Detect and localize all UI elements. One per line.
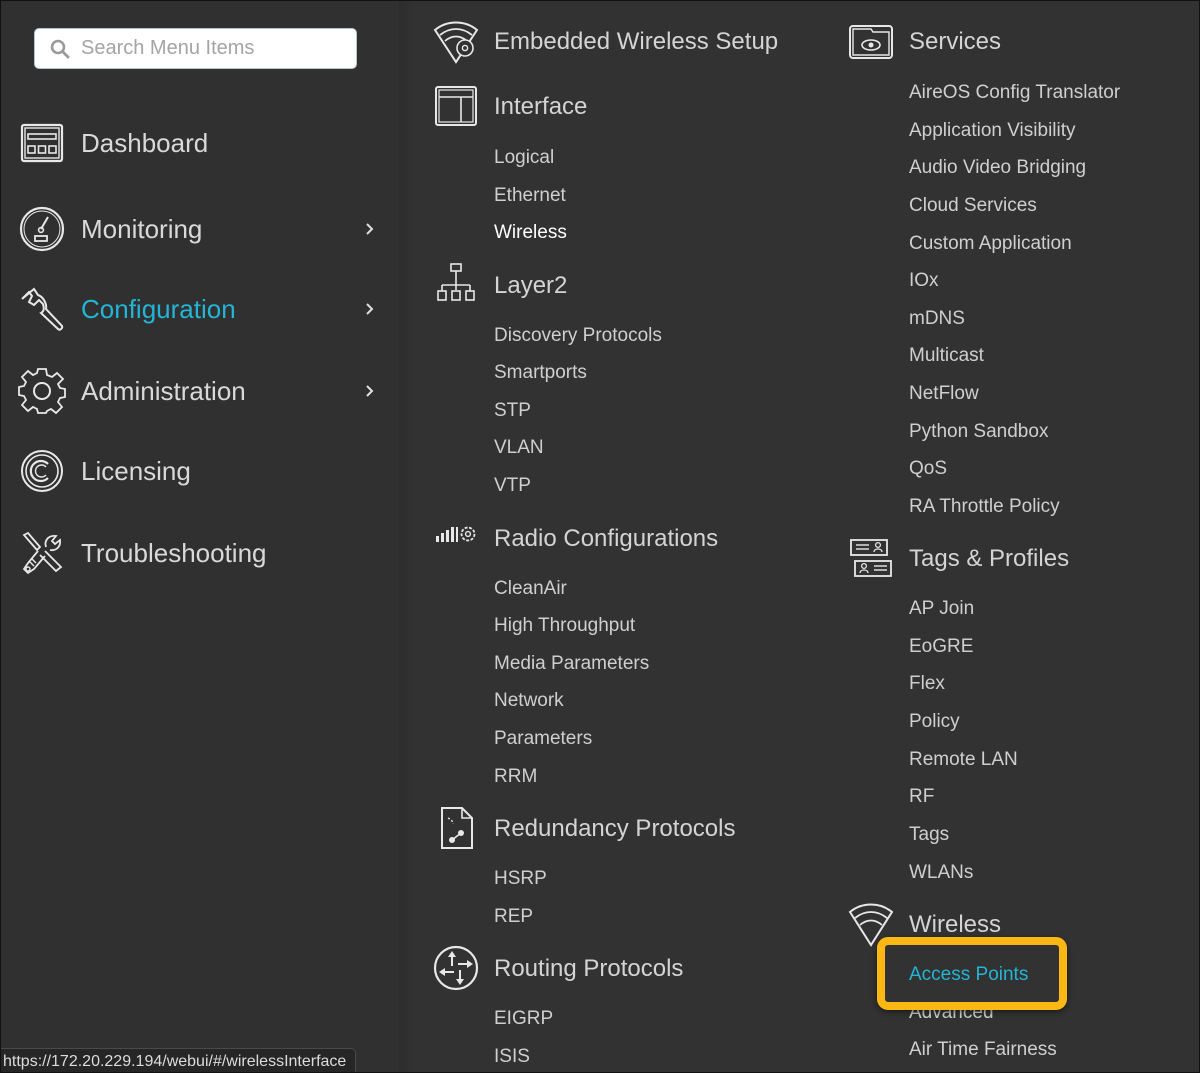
chevron-right-icon[interactable] [361, 382, 379, 400]
menu-item-discovery-protocols[interactable]: Discovery Protocols [494, 325, 662, 347]
chevron-right-icon[interactable] [361, 220, 379, 238]
document-nodes-icon [431, 803, 481, 853]
section-title: Interface [494, 93, 588, 120]
menu-item-mdns[interactable]: mDNS [909, 308, 965, 330]
menu-item-network[interactable]: Network [494, 690, 564, 712]
menu-item-tags[interactable]: Tags [909, 824, 949, 846]
menu-item-iox[interactable]: IOx [909, 270, 939, 292]
section-title: Tags & Profiles [909, 545, 1070, 572]
gear-icon [17, 366, 67, 416]
network-tree-icon [431, 259, 481, 309]
sidebar-item-configuration[interactable]: Configuration [1, 279, 399, 339]
sidebar-item-label: Dashboard [81, 127, 209, 158]
dashboard-icon [17, 118, 67, 168]
menu-item-high-throughput[interactable]: High Throughput [494, 615, 635, 637]
menu-item-rrm[interactable]: RRM [494, 766, 537, 788]
menu-item-vlan[interactable]: VLAN [494, 437, 544, 459]
menu-item-wireless-interface[interactable]: Wireless [494, 222, 567, 244]
section-title: Embedded Wireless Setup [494, 28, 779, 55]
menu-item-qos[interactable]: QoS [909, 458, 947, 480]
menu-item-rf[interactable]: RF [909, 786, 934, 808]
menu-item-netflow[interactable]: NetFlow [909, 383, 979, 405]
menu-item-eigrp[interactable]: EIGRP [494, 1008, 553, 1030]
sidebar-item-administration[interactable]: Administration [1, 361, 399, 421]
menu-item-hsrp[interactable]: HSRP [494, 868, 547, 890]
menu-item-audio-video-bridging[interactable]: Audio Video Bridging [909, 157, 1086, 179]
menu-item-custom-application[interactable]: Custom Application [909, 233, 1072, 255]
menu-item-wlans[interactable]: WLANs [909, 862, 973, 884]
chevron-right-icon[interactable] [361, 300, 379, 318]
wifi-icon [846, 899, 896, 949]
menu-item-remote-lan[interactable]: Remote LAN [909, 749, 1018, 771]
layout-icon [431, 81, 481, 131]
section-title: Routing Protocols [494, 955, 684, 982]
menu-item-isis[interactable]: ISIS [494, 1046, 530, 1068]
section-title: Layer2 [494, 272, 568, 299]
menu-item-flex[interactable]: Flex [909, 673, 945, 695]
signal-gear-icon [431, 513, 481, 563]
status-bar-url: https://172.20.229.194/webui/#/wirelessI… [1, 1048, 357, 1072]
gauge-icon [17, 204, 67, 254]
menu-item-ra-throttle-policy[interactable]: RA Throttle Policy [909, 496, 1060, 518]
search-box[interactable] [34, 28, 357, 69]
id-cards-icon [846, 533, 896, 583]
wifi-gear-icon [431, 17, 481, 67]
sidebar-item-monitoring[interactable]: Monitoring [1, 199, 399, 259]
menu-item-smartports[interactable]: Smartports [494, 362, 587, 384]
folder-eye-icon [846, 17, 896, 67]
sidebar-item-label: Licensing [81, 455, 191, 486]
router-arrows-icon [431, 943, 481, 993]
menu-item-advanced[interactable]: Advanced [909, 1002, 994, 1024]
menu-item-logical[interactable]: Logical [494, 147, 554, 169]
section-title: Services [909, 28, 1002, 55]
menu-item-ethernet[interactable]: Ethernet [494, 185, 566, 207]
wrench-icon [17, 284, 67, 334]
menu-item-ap-join[interactable]: AP Join [909, 598, 974, 620]
sidebar-item-licensing[interactable]: Licensing [1, 441, 399, 501]
section-title: Radio Configurations [494, 525, 719, 552]
menu-item-aireos-config-translator[interactable]: AireOS Config Translator [909, 82, 1120, 104]
menu-item-parameters[interactable]: Parameters [494, 728, 592, 750]
menu-item-media-parameters[interactable]: Media Parameters [494, 653, 649, 675]
menu-item-python-sandbox[interactable]: Python Sandbox [909, 421, 1048, 443]
menu-item-cleanair[interactable]: CleanAir [494, 578, 567, 600]
section-title: Redundancy Protocols [494, 815, 736, 842]
sidebar-item-label: Administration [81, 375, 246, 406]
menu-item-eogre[interactable]: EoGRE [909, 636, 973, 658]
app-window: Dashboard Monitoring Configuration Admin… [0, 0, 1200, 1073]
menu-item-access-points[interactable]: Access Points [909, 964, 1028, 986]
menu-item-policy[interactable]: Policy [909, 711, 960, 733]
menu-item-stp[interactable]: STP [494, 400, 531, 422]
search-input[interactable] [81, 37, 341, 60]
menu-item-vtp[interactable]: VTP [494, 475, 531, 497]
search-icon [50, 39, 70, 58]
sidebar-item-dashboard[interactable]: Dashboard [1, 113, 399, 173]
menu-item-rep[interactable]: REP [494, 906, 533, 928]
sidebar-item-label: Monitoring [81, 213, 203, 244]
sidebar: Dashboard Monitoring Configuration Admin… [1, 1, 413, 1072]
sidebar-item-troubleshooting[interactable]: Troubleshooting [1, 523, 399, 583]
tools-icon [17, 528, 67, 578]
copyright-icon [17, 446, 67, 496]
menu-item-application-visibility[interactable]: Application Visibility [909, 120, 1076, 142]
section-title: Wireless [909, 911, 1002, 938]
sidebar-item-label: Configuration [81, 293, 236, 324]
sidebar-item-label: Troubleshooting [81, 537, 267, 568]
menu-item-multicast[interactable]: Multicast [909, 345, 984, 367]
menu-item-air-time-fairness[interactable]: Air Time Fairness [909, 1039, 1057, 1061]
menu-item-cloud-services[interactable]: Cloud Services [909, 195, 1037, 217]
